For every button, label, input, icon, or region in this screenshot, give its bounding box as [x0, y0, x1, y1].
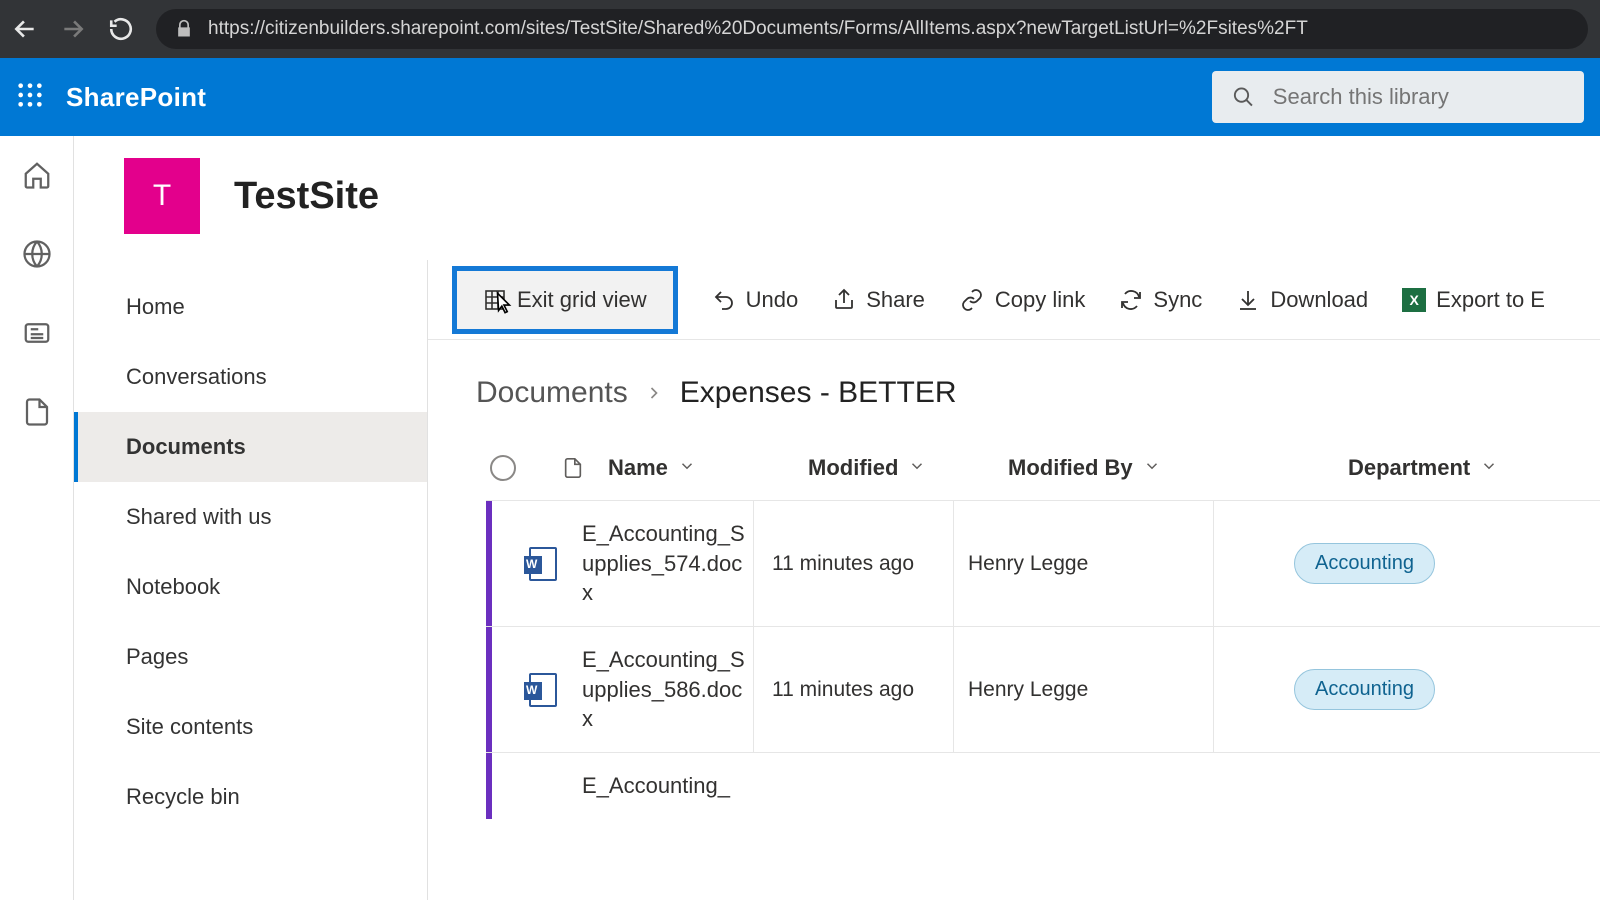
- file-type-icon: [508, 627, 578, 752]
- export-label: Export to E: [1436, 287, 1545, 313]
- cell-modified[interactable]: 11 minutes ago: [754, 627, 954, 752]
- export-excel-button[interactable]: Export to E: [1402, 287, 1545, 313]
- quick-nav: Home Conversations Documents Shared with…: [74, 260, 428, 900]
- sync-button[interactable]: Sync: [1119, 287, 1202, 313]
- search-box[interactable]: [1212, 71, 1584, 123]
- search-input[interactable]: [1273, 84, 1564, 110]
- browser-bar: https://citizenbuilders.sharepoint.com/s…: [0, 0, 1600, 58]
- table-header: Name Modified Modified By Department: [428, 436, 1600, 500]
- site-title[interactable]: TestSite: [234, 175, 379, 218]
- nav-pages[interactable]: Pages: [74, 622, 427, 692]
- nav-conversations[interactable]: Conversations: [74, 342, 427, 412]
- cell-name[interactable]: E_Accounting_Supplies_586.docx: [578, 627, 754, 752]
- back-button[interactable]: [12, 16, 38, 42]
- sync-icon: [1119, 288, 1143, 312]
- address-url: https://citizenbuilders.sharepoint.com/s…: [208, 18, 1308, 40]
- chevron-down-icon: [908, 455, 926, 481]
- lock-icon: [174, 19, 194, 39]
- share-label: Share: [866, 287, 925, 313]
- col-modified-by[interactable]: Modified By: [1008, 455, 1268, 481]
- file-type-icon: [508, 501, 578, 626]
- site-header: T TestSite: [74, 136, 1600, 260]
- home-icon[interactable]: [22, 160, 52, 195]
- chevron-down-icon: [678, 455, 696, 481]
- undo-label: Undo: [746, 287, 799, 313]
- nav-site-contents[interactable]: Site contents: [74, 692, 427, 762]
- excel-icon: [1402, 288, 1426, 312]
- reload-button[interactable]: [108, 16, 134, 42]
- copy-link-button[interactable]: Copy link: [959, 287, 1085, 313]
- chevron-right-icon: [644, 383, 664, 403]
- table-row[interactable]: E_Accounting_: [486, 752, 1600, 819]
- brand-name[interactable]: SharePoint: [66, 82, 206, 113]
- search-icon: [1232, 84, 1255, 110]
- breadcrumb-root[interactable]: Documents: [476, 376, 628, 410]
- cell-modified-by[interactable]: Henry Legge: [954, 501, 1214, 626]
- news-icon[interactable]: [22, 318, 52, 353]
- nav-recycle-bin[interactable]: Recycle bin: [74, 762, 427, 832]
- download-icon: [1236, 288, 1260, 312]
- table-body: E_Accounting_Supplies_574.docx 11 minute…: [428, 500, 1600, 819]
- forward-button[interactable]: [60, 16, 86, 42]
- app-rail: [0, 136, 74, 900]
- nav-notebook[interactable]: Notebook: [74, 552, 427, 622]
- share-button[interactable]: Share: [832, 287, 925, 313]
- file-type-icon: [508, 753, 578, 819]
- col-modified[interactable]: Modified: [808, 455, 1008, 481]
- suite-header: SharePoint: [0, 58, 1600, 136]
- undo-icon: [712, 288, 736, 312]
- cell-department[interactable]: Accounting: [1294, 627, 1435, 752]
- select-all[interactable]: [490, 455, 516, 481]
- row-indicator: [486, 501, 492, 626]
- row-indicator: [486, 627, 492, 752]
- app-launcher-icon[interactable]: [16, 81, 44, 114]
- table-row[interactable]: E_Accounting_Supplies_574.docx 11 minute…: [486, 500, 1600, 626]
- download-button[interactable]: Download: [1236, 287, 1368, 313]
- main-area: Exit grid view Undo Share Copy link: [428, 260, 1600, 900]
- col-name[interactable]: Name: [608, 455, 808, 481]
- cell-name[interactable]: E_Accounting_: [578, 753, 754, 819]
- chevron-down-icon: [1480, 455, 1498, 481]
- nav-home[interactable]: Home: [74, 272, 427, 342]
- exit-grid-view-button[interactable]: Exit grid view: [452, 266, 678, 334]
- cell-name[interactable]: E_Accounting_Supplies_574.docx: [578, 501, 754, 626]
- nav-documents[interactable]: Documents: [74, 412, 427, 482]
- cell-modified[interactable]: 11 minutes ago: [754, 501, 954, 626]
- nav-shared[interactable]: Shared with us: [74, 482, 427, 552]
- share-icon: [832, 288, 856, 312]
- globe-icon[interactable]: [22, 239, 52, 274]
- table-row[interactable]: E_Accounting_Supplies_586.docx 11 minute…: [486, 626, 1600, 752]
- sync-label: Sync: [1153, 287, 1202, 313]
- col-department[interactable]: Department: [1348, 455, 1548, 481]
- copy-link-label: Copy link: [995, 287, 1085, 313]
- download-label: Download: [1270, 287, 1368, 313]
- site-logo[interactable]: T: [124, 158, 200, 234]
- command-bar: Exit grid view Undo Share Copy link: [428, 260, 1600, 340]
- address-bar[interactable]: https://citizenbuilders.sharepoint.com/s…: [156, 9, 1588, 49]
- breadcrumb-current: Expenses - BETTER: [680, 376, 957, 410]
- cell-department[interactable]: Accounting: [1294, 501, 1435, 626]
- file-icon[interactable]: [22, 397, 52, 432]
- link-icon: [959, 288, 985, 312]
- chevron-down-icon: [1143, 455, 1161, 481]
- cursor-icon: [491, 289, 517, 325]
- undo-button[interactable]: Undo: [712, 287, 799, 313]
- file-type-column[interactable]: [538, 454, 608, 482]
- exit-grid-label: Exit grid view: [517, 287, 647, 313]
- row-indicator: [486, 753, 492, 819]
- breadcrumb: Documents Expenses - BETTER: [428, 340, 1600, 436]
- cell-modified-by[interactable]: Henry Legge: [954, 627, 1214, 752]
